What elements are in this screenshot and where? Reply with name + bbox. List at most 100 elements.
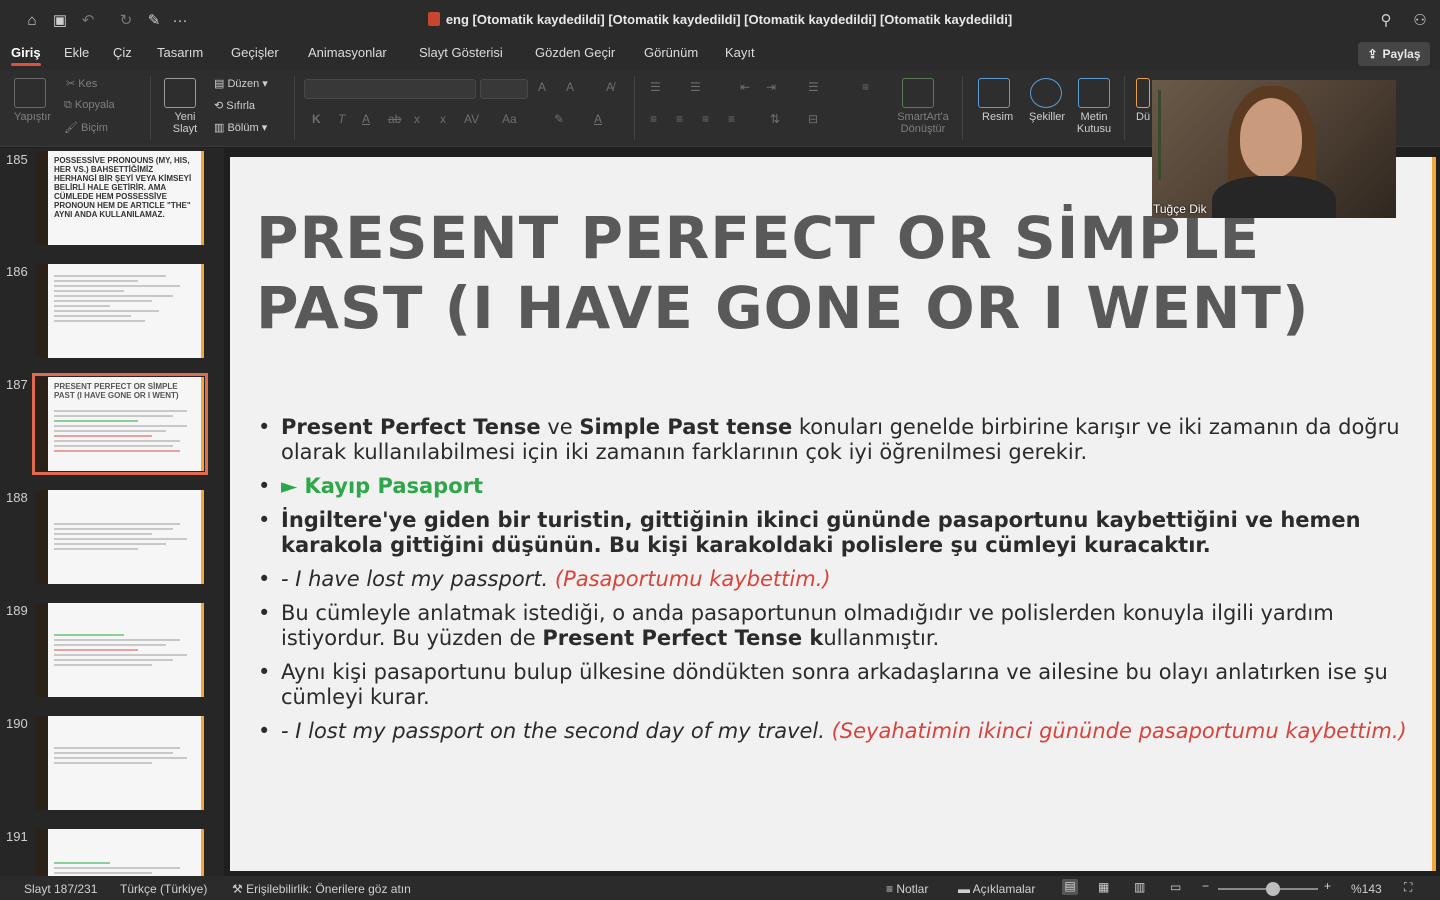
align-text-icon[interactable]: ⊟: [808, 112, 818, 126]
bullet-english: - I have lost my passport.: [281, 567, 549, 591]
webcam-plant: [1158, 90, 1208, 180]
picture-icon[interactable]: [978, 78, 1010, 108]
accessibility-label: Erişilebilirlik: Önerilere göz atın: [246, 882, 411, 896]
slide-body[interactable]: Present Perfect Tense ve Simple Past ten…: [258, 415, 1408, 753]
shrink-font-icon[interactable]: A: [566, 80, 574, 94]
account-icon[interactable]: ⚇: [1410, 10, 1430, 30]
columns-icon[interactable]: ≡: [862, 80, 869, 94]
underline-icon[interactable]: A: [362, 112, 370, 126]
numbering-icon[interactable]: ☰: [690, 80, 701, 94]
increase-indent-icon[interactable]: ⇥: [766, 80, 776, 94]
clear-format-icon[interactable]: A̸: [606, 80, 614, 94]
thumb-number: 188: [6, 490, 28, 505]
change-case-icon[interactable]: Aa: [502, 112, 517, 126]
thumbnail-lines: [54, 631, 194, 669]
tab-giris[interactable]: Giriş: [11, 45, 41, 66]
grow-font-icon[interactable]: A: [538, 80, 546, 94]
reading-view-icon[interactable]: ▥: [1134, 880, 1145, 894]
justify-icon[interactable]: ≡: [728, 112, 735, 126]
text-direction-icon[interactable]: ⇅: [770, 112, 780, 126]
font-color-icon[interactable]: A: [594, 112, 602, 126]
highlight-icon[interactable]: ✎: [554, 112, 564, 126]
zoom-out-icon[interactable]: −: [1202, 879, 1209, 893]
notes-icon: ≡: [886, 882, 897, 896]
language-indicator[interactable]: Türkçe (Türkiye): [120, 882, 207, 896]
smartart-button[interactable]: SmartArt'a Dönüştür: [890, 111, 956, 135]
layout-button[interactable]: ▤ Düzen ▾: [214, 77, 268, 90]
section-button[interactable]: ▥ Bölüm ▾: [214, 121, 267, 134]
share-label: Paylaş: [1382, 47, 1421, 61]
tab-ciz[interactable]: Çiz: [113, 45, 132, 60]
format-painter-button[interactable]: 🖌 Biçim: [64, 121, 108, 134]
cut-button[interactable]: ✂ Kes: [66, 77, 97, 90]
reset-button[interactable]: ⟲ Sıfırla: [214, 99, 255, 112]
tab-kayit[interactable]: Kayıt: [725, 45, 755, 60]
thumbnail-lines: [54, 272, 194, 325]
slide-thumbnail-190[interactable]: [36, 716, 204, 810]
slide-thumbnails-panel[interactable]: 185 POSSESSİVE PRONOUNS (MY, HIS, HER VS…: [0, 148, 224, 876]
comments-button[interactable]: ▬ Açıklamalar: [958, 882, 1035, 896]
decrease-indent-icon[interactable]: ⇤: [740, 80, 750, 94]
thumb-number: 185: [6, 152, 28, 167]
tab-ekle[interactable]: Ekle: [64, 45, 89, 60]
textbox-button[interactable]: Metin Kutusu: [1074, 111, 1114, 135]
picture-button[interactable]: Resim: [982, 111, 1013, 123]
tab-slayt-gosterisi[interactable]: Slayt Gösterisi: [419, 45, 503, 60]
font-size-select[interactable]: [480, 79, 528, 99]
fit-to-window-icon[interactable]: ⛶: [1404, 880, 1412, 895]
share-button[interactable]: ⇪ Paylaş: [1358, 42, 1430, 66]
slide-thumbnail-191[interactable]: [36, 829, 204, 876]
bullet-bold: Present Perfect Tense k: [542, 626, 824, 650]
notes-button[interactable]: ≡ Notlar: [886, 882, 928, 896]
bullet-text: Aynı kişi pasaportunu bulup ülkesine dön…: [281, 660, 1388, 709]
bullet-item: Bu cümleyle anlatmak istediği, o anda pa…: [258, 601, 1408, 651]
strikethrough-icon[interactable]: ab: [388, 112, 401, 126]
smartart-icon[interactable]: [902, 78, 934, 108]
arrange-icon[interactable]: [1136, 78, 1150, 108]
slide-thumbnail-185[interactable]: POSSESSİVE PRONOUNS (MY, HIS, HER VS.) B…: [36, 151, 204, 245]
new-slide-button[interactable]: Yeni Slayt: [170, 111, 200, 135]
bold-icon[interactable]: K: [312, 112, 321, 126]
slide-thumbnail-188[interactable]: [36, 490, 204, 584]
normal-view-icon[interactable]: ▤: [1062, 879, 1078, 895]
zoom-level[interactable]: %143: [1351, 882, 1382, 896]
tab-gorunum[interactable]: Görünüm: [644, 45, 698, 60]
align-right-icon[interactable]: ≡: [702, 112, 709, 126]
webcam-video[interactable]: [1152, 80, 1396, 218]
search-icon[interactable]: ⚲: [1376, 10, 1396, 30]
shapes-icon[interactable]: [1030, 78, 1062, 108]
superscript-icon[interactable]: x: [440, 112, 446, 126]
paste-icon[interactable]: [14, 78, 46, 108]
textbox-icon[interactable]: [1078, 78, 1110, 108]
section-icon: ▥: [214, 122, 228, 134]
thumbnail-lines: [54, 407, 194, 455]
slide-thumbnail-186[interactable]: [36, 264, 204, 358]
subscript-icon[interactable]: x: [414, 112, 420, 126]
new-slide-icon[interactable]: [164, 78, 196, 108]
copy-button[interactable]: ⧉ Kopyala: [64, 99, 115, 112]
bullets-icon[interactable]: ☰: [650, 80, 661, 94]
char-spacing-icon[interactable]: AV: [464, 112, 479, 126]
line-spacing-icon[interactable]: ☰: [808, 80, 819, 94]
slide-thumbnail-189[interactable]: [36, 603, 204, 697]
tab-gecisler[interactable]: Geçişler: [231, 45, 279, 60]
bullet-item: - I have lost my passport. (Pasaportumu …: [258, 567, 1408, 592]
align-left-icon[interactable]: ≡: [650, 112, 657, 126]
tab-animasyonlar[interactable]: Animasyonlar: [308, 45, 387, 60]
tab-gozden-gecir[interactable]: Gözden Geçir: [535, 45, 615, 60]
slide-sorter-icon[interactable]: ▦: [1098, 880, 1109, 894]
slide-thumbnail-187[interactable]: PRESENT PERFECT OR SİMPLE PAST (I HAVE G…: [32, 373, 208, 475]
tab-tasarim[interactable]: Tasarım: [157, 45, 203, 60]
accessibility-button[interactable]: ⚒ Erişilebilirlik: Önerilere göz atın: [232, 882, 411, 896]
paste-button[interactable]: Yapıştır: [14, 111, 51, 123]
slide-title[interactable]: PRESENT PERFECT OR SİMPLE PAST (I HAVE G…: [256, 203, 1356, 343]
shapes-button[interactable]: Şekiller: [1029, 111, 1065, 123]
align-center-icon[interactable]: ≡: [676, 112, 683, 126]
italic-icon[interactable]: T: [338, 112, 345, 126]
font-family-select[interactable]: [304, 79, 476, 99]
zoom-slider-thumb[interactable]: [1266, 882, 1280, 896]
arrange-button[interactable]: Dü: [1136, 111, 1150, 123]
slide-187[interactable]: PRESENT PERFECT OR SİMPLE PAST (I HAVE G…: [230, 157, 1436, 871]
zoom-in-icon[interactable]: +: [1324, 879, 1331, 893]
slideshow-icon[interactable]: ▭: [1170, 880, 1181, 894]
